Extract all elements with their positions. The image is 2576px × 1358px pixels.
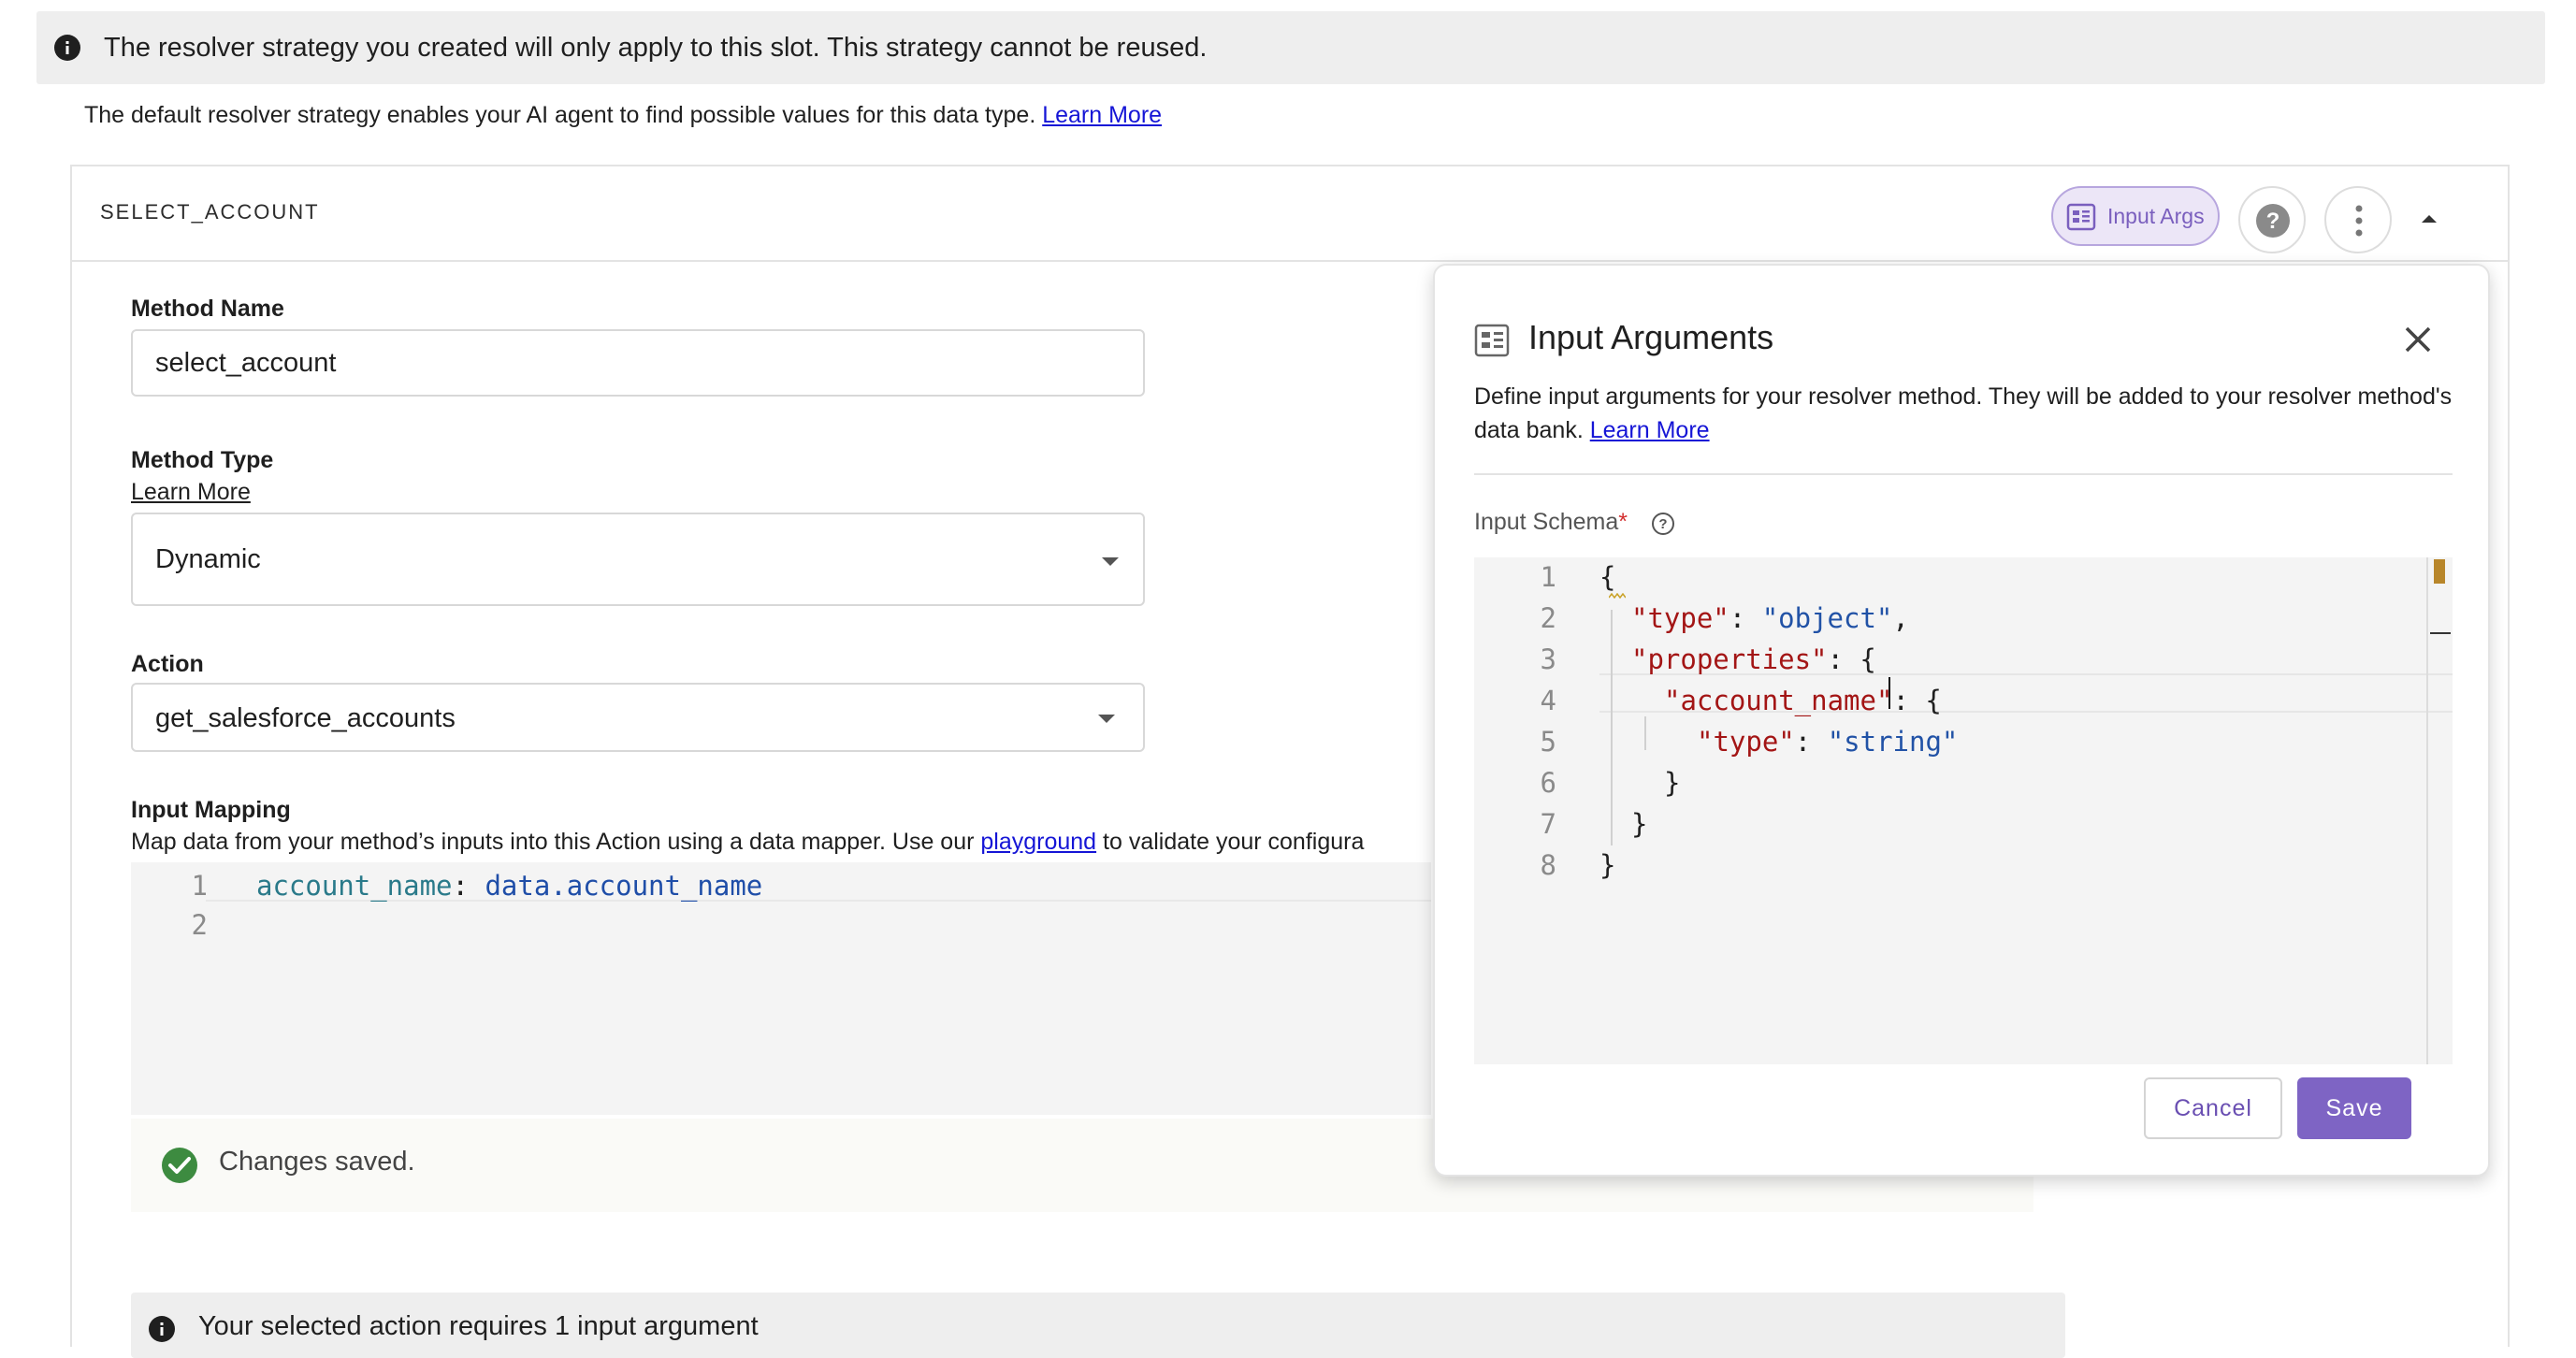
cursor-marker <box>2430 632 2451 634</box>
svg-text:?: ? <box>2266 209 2280 234</box>
input-args-label: Input Args <box>2107 204 2205 228</box>
popover-description: Define input arguments for your resolver… <box>1474 380 2456 447</box>
check-circle-icon <box>162 1148 197 1183</box>
line-number: 2 <box>191 909 208 941</box>
json-line: { <box>1599 561 1616 593</box>
json-key: "type" <box>1631 602 1729 634</box>
help-outline-icon[interactable]: ? <box>1650 511 1676 537</box>
input-args-icon <box>2066 203 2096 231</box>
method-name-input[interactable]: select_account <box>131 329 1145 397</box>
line-number: 8 <box>1540 849 1556 881</box>
cancel-button[interactable]: Cancel <box>2144 1077 2282 1139</box>
resolver-description: The default resolver strategy enables yo… <box>84 99 1162 131</box>
info-icon <box>149 1316 175 1342</box>
line-number: 3 <box>1540 643 1556 675</box>
input-arguments-popover: Input Arguments Define input arguments f… <box>1433 264 2490 1177</box>
input-mapping-desc-post: to validate your configura <box>1096 829 1365 855</box>
save-button[interactable]: Save <box>2297 1077 2411 1139</box>
json-line: "type": "string" <box>1697 726 1959 758</box>
slot-title: SELECT_ACCOUNT <box>100 200 320 224</box>
line-number: 6 <box>1540 767 1556 799</box>
more-vert-icon <box>2355 205 2363 237</box>
input-mapping-editor[interactable]: 1 2 account_name: data.account_name <box>131 862 1431 1115</box>
card-header: SELECT_ACCOUNT Input Args ? <box>72 166 2508 262</box>
input-args-icon <box>1474 324 1510 357</box>
method-name-value: select_account <box>155 348 337 378</box>
resolver-description-text: The default resolver strategy enables yo… <box>84 102 1036 128</box>
method-type-select[interactable]: Dynamic <box>131 513 1145 606</box>
json-value: "object" <box>1761 602 1893 634</box>
warning-marker <box>2434 559 2445 584</box>
divider <box>1474 473 2453 475</box>
more-options-button[interactable] <box>2324 186 2392 253</box>
input-mapping-description: Map data from your method’s inputs into … <box>131 829 1431 856</box>
method-type-label: Method Type <box>131 447 274 473</box>
popover-title: Input Arguments <box>1528 318 1774 356</box>
mapping-key: account_name <box>256 870 453 902</box>
info-icon <box>54 35 80 61</box>
json-line: } <box>1599 849 1616 881</box>
dropdown-arrow-icon <box>1098 715 1115 723</box>
mapping-code-line: account_name: data.account_name <box>256 870 762 902</box>
json-line: "account_name": { <box>1664 685 1942 716</box>
input-schema-label: Input Schema* <box>1474 509 1628 536</box>
indent-guide <box>1644 716 1646 750</box>
json-line: "properties": { <box>1631 643 1876 675</box>
action-select[interactable]: get_salesforce_accounts <box>131 683 1145 752</box>
notice-text: Your selected action requires 1 input ar… <box>198 1311 759 1341</box>
input-argument-notice: Your selected action requires 1 input ar… <box>131 1293 2065 1358</box>
banner-text: The resolver strategy you created will o… <box>104 33 1208 63</box>
json-line: "type": "object", <box>1631 602 1909 634</box>
warning-squiggle <box>1609 593 1626 599</box>
input-schema-editor[interactable]: 1 2 3 4 5 6 7 8 { "type": "object", "pro… <box>1474 557 2453 1064</box>
strategy-info-banner: The resolver strategy you created will o… <box>36 11 2545 84</box>
text-cursor <box>1889 677 1890 709</box>
dropdown-arrow-icon <box>1102 557 1119 566</box>
method-type-value: Dynamic <box>155 544 261 574</box>
line-number: 1 <box>1540 561 1556 593</box>
input-mapping-label: Input Mapping <box>131 797 291 823</box>
json-key-part: "account_name <box>1664 685 1876 716</box>
changes-saved-text: Changes saved. <box>219 1147 415 1177</box>
method-type-learn-more-link[interactable]: Learn More <box>131 479 251 506</box>
json-line: } <box>1631 808 1648 840</box>
line-number: 1 <box>191 870 208 902</box>
line-number: 2 <box>1540 602 1556 634</box>
learn-more-link[interactable]: Learn More <box>1042 102 1162 128</box>
action-label: Action <box>131 651 204 677</box>
mapping-value: data.account_name <box>485 870 763 902</box>
line-number: 5 <box>1540 726 1556 758</box>
close-icon[interactable] <box>2402 324 2434 355</box>
action-value: get_salesforce_accounts <box>155 703 456 733</box>
input-mapping-desc-pre: Map data from your method’s inputs into … <box>131 829 981 855</box>
json-value: "string" <box>1827 726 1959 758</box>
indent-guide <box>1611 610 1613 845</box>
line-number: 7 <box>1540 808 1556 840</box>
json-key: "type" <box>1697 726 1795 758</box>
playground-link[interactable]: playground <box>980 829 1096 855</box>
chevron-up-icon[interactable] <box>2410 200 2448 238</box>
help-button[interactable]: ? <box>2238 186 2306 253</box>
json-line: } <box>1664 767 1681 799</box>
method-name-label: Method Name <box>131 296 284 322</box>
scrollbar[interactable] <box>2426 557 2428 1064</box>
help-icon: ? <box>2256 204 2290 238</box>
input-args-button[interactable]: Input Args <box>2051 186 2220 246</box>
line-number: 4 <box>1540 685 1556 716</box>
required-mark: * <box>1618 509 1628 535</box>
svg-text:?: ? <box>1658 516 1667 532</box>
json-key: "properties" <box>1631 643 1828 675</box>
input-schema-label-text: Input Schema <box>1474 509 1619 535</box>
popover-learn-more-link[interactable]: Learn More <box>1590 417 1710 443</box>
mapping-colon: : <box>452 870 485 902</box>
